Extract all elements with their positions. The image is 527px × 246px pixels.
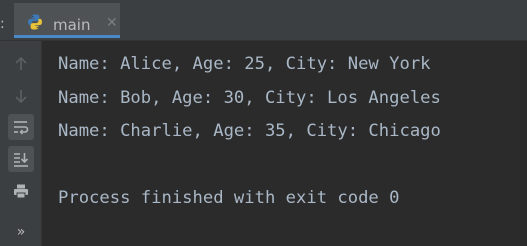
tab-main[interactable]: main ✕ (14, 3, 120, 38)
console-line: Name: Bob, Age: 30, City: Los Angeles (58, 88, 441, 108)
tab-label: main (53, 16, 91, 34)
run-window: : main ✕ » Name: Alice, Age: 25, City: N… (0, 0, 527, 246)
print-button[interactable] (8, 178, 34, 204)
tab-bar: : main ✕ (0, 0, 527, 41)
console-output[interactable]: Name: Alice, Age: 25, City: New York Nam… (42, 41, 527, 246)
more-button[interactable]: » (8, 219, 34, 245)
soft-wrap-button[interactable] (8, 114, 34, 140)
print-icon (14, 184, 28, 199)
console-line: Name: Alice, Age: 25, City: New York (58, 54, 431, 74)
scroll-to-end-icon (14, 153, 29, 167)
console-line: Name: Charlie, Age: 35, City: Chicago (58, 121, 441, 141)
down-arrow-icon (15, 90, 27, 104)
tabbar-prefix: : (0, 16, 5, 32)
close-icon[interactable]: ✕ (106, 16, 118, 30)
scroll-to-end-button[interactable] (8, 146, 34, 172)
tab-active-indicator (14, 35, 120, 38)
python-icon (28, 14, 42, 30)
down-arrow-button[interactable] (8, 83, 34, 109)
console-toolbar: » (0, 41, 42, 246)
soft-wrap-icon (14, 121, 29, 135)
process-exit-message: Process finished with exit code 0 (58, 188, 400, 208)
up-arrow-icon (15, 56, 27, 70)
more-icon: » (16, 224, 26, 240)
up-arrow-button[interactable] (8, 51, 34, 77)
